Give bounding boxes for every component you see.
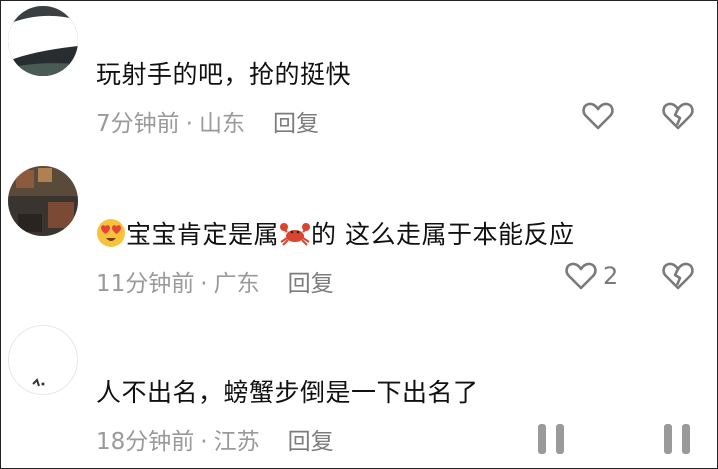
meta-separator: · — [200, 271, 208, 297]
user-avatar[interactable] — [8, 166, 78, 236]
comment-text: 人不出名，螃蟹步倒是一下出名了 — [96, 378, 479, 407]
comment-text-part2: 的 这么走属于本能反应 — [311, 220, 575, 249]
like-button[interactable]: 2 — [565, 261, 618, 291]
dislike-button[interactable] — [662, 261, 694, 295]
heart-icon — [582, 102, 614, 130]
comment-text: 玩射手的吧，抢的挺快 — [96, 60, 352, 89]
broken-heart-icon — [662, 262, 694, 290]
meta-separator: · — [185, 111, 193, 137]
reply-button[interactable]: 回复 — [273, 111, 319, 137]
comment-meta: 7分钟前 · 山东 回复 — [96, 104, 319, 138]
comment-location: 广东 — [213, 271, 260, 297]
comment-time: 7分钟前 — [96, 111, 180, 137]
comment-meta: 11分钟前 · 广东 回复 — [96, 264, 334, 298]
user-avatar[interactable] — [8, 6, 78, 76]
reply-button[interactable]: 回复 — [288, 429, 334, 455]
dislike-button[interactable] — [662, 101, 694, 135]
heart-eyes-emoji — [96, 218, 126, 254]
broken-heart-icon — [662, 102, 694, 130]
crab-emoji — [279, 218, 311, 254]
like-button[interactable] — [582, 101, 614, 131]
comment-location: 山东 — [198, 111, 245, 137]
comment-time: 18分钟前 — [96, 429, 195, 455]
meta-separator: · — [200, 429, 208, 455]
heart-icon — [565, 262, 597, 290]
reply-button[interactable]: 回复 — [288, 271, 334, 297]
like-count: 2 — [603, 262, 619, 290]
comment-text: 宝宝肯定是属 的 这么走属于本能反应 — [96, 215, 574, 254]
comment-meta: 18分钟前 · 江苏 回复 — [96, 422, 334, 456]
comment-text-part1: 宝宝肯定是属 — [126, 220, 280, 249]
watermark-logo — [538, 424, 690, 454]
user-avatar[interactable] — [8, 325, 78, 395]
comment-location: 江苏 — [213, 429, 260, 455]
comment-time: 11分钟前 — [96, 271, 195, 297]
